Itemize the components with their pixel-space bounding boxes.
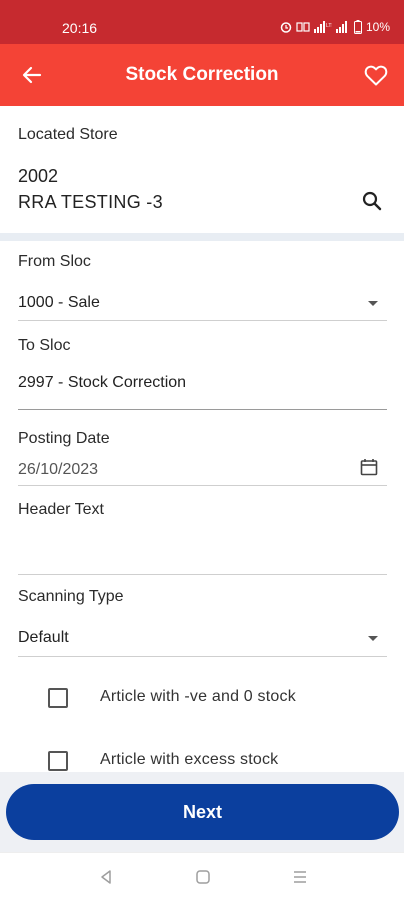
search-icon [362, 191, 382, 211]
to-sloc-label: To Sloc [18, 337, 71, 354]
header-text-underline [18, 574, 387, 575]
from-sloc-dropdown-arrow[interactable] [368, 301, 378, 306]
posting-date-field[interactable]: 26/10/2023 [18, 461, 387, 485]
to-sloc-underline [18, 409, 387, 410]
option-label: Article with -ve and 0 stock [100, 688, 296, 705]
section-divider-band [0, 233, 404, 241]
battery-icon [353, 20, 362, 34]
scanning-type-dropdown-arrow[interactable] [368, 636, 378, 641]
located-store-label: Located Store [18, 126, 118, 143]
status-time: 20:16 [62, 20, 98, 36]
scanning-type-label: Scanning Type [18, 588, 124, 605]
store-search-button[interactable] [360, 189, 386, 215]
option-label: Article with excess stock [100, 751, 279, 768]
to-sloc-value: 2997 - Stock Correction [18, 374, 187, 391]
nav-back-button[interactable] [96, 867, 116, 887]
calendar-icon [360, 459, 378, 476]
checkbox[interactable] [48, 751, 68, 771]
from-sloc-select[interactable]: 1000 - Sale [18, 294, 100, 312]
scanning-type-select[interactable]: Default [18, 629, 69, 647]
checkbox[interactable] [48, 688, 68, 708]
heart-outline-icon [364, 65, 388, 86]
network-icon [296, 22, 310, 32]
favorite-button[interactable] [360, 59, 392, 91]
option-negative-zero-stock[interactable]: Article with -ve and 0 stock [48, 688, 296, 708]
store-code: 2002 [18, 166, 59, 186]
header-text-label: Header Text [18, 501, 104, 518]
menu-lines-icon [294, 871, 306, 883]
page-title: Stock Correction [125, 64, 279, 85]
store-name: RRA TESTING -3 [18, 192, 163, 212]
status-bar: 20:16 LTE 10% [0, 0, 404, 44]
option-excess-stock[interactable]: Article with excess stock [48, 751, 278, 771]
square-home-icon [196, 870, 210, 884]
posting-date-label: Posting Date [18, 430, 110, 447]
next-button[interactable]: Next [6, 784, 399, 840]
app-bar: Stock Correction [0, 44, 404, 106]
triangle-back-icon [101, 870, 111, 884]
battery-percent: 10% [365, 20, 390, 34]
from-sloc-label: From Sloc [18, 253, 91, 270]
signal-icon-2 [335, 21, 347, 33]
from-sloc-underline [18, 320, 387, 321]
signal-icon: LTE [313, 21, 332, 33]
svg-text:LTE: LTE [326, 23, 332, 29]
status-icons: LTE 10% [280, 20, 390, 34]
posting-date-underline [18, 485, 387, 486]
nav-home-button[interactable] [193, 867, 213, 887]
alarm-icon [280, 22, 292, 33]
date-picker-button[interactable] [360, 458, 378, 476]
system-nav-bar [0, 852, 404, 900]
scanning-type-underline [18, 656, 387, 657]
nav-menu-button[interactable] [290, 867, 310, 887]
header-text-input[interactable] [18, 528, 387, 572]
